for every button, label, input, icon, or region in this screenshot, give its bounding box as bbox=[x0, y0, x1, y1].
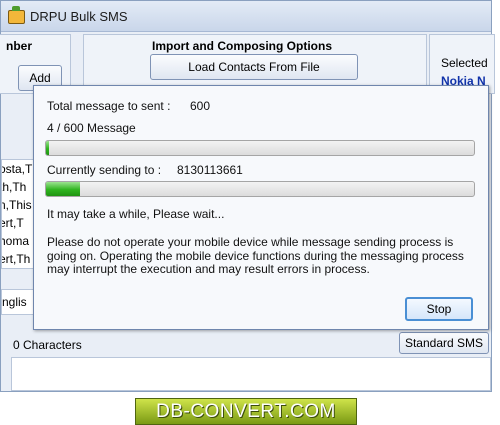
contacts-list[interactable]: osta,T th,Th n,This ert,T homa ert,Th bbox=[1, 159, 36, 269]
title-bar: DRPU Bulk SMS bbox=[1, 1, 491, 32]
list-item[interactable]: n,This bbox=[2, 196, 35, 214]
message-progress-text: 4 / 600 Message bbox=[47, 121, 136, 135]
list-item[interactable]: th,Th bbox=[2, 178, 35, 196]
message-textarea[interactable] bbox=[11, 357, 491, 391]
stop-button[interactable]: Stop bbox=[405, 297, 473, 321]
current-progress-bar bbox=[45, 181, 475, 197]
list-item[interactable]: homa bbox=[2, 232, 35, 250]
total-message-label: Total message to sent : bbox=[47, 99, 171, 113]
language-combo[interactable]: nglis bbox=[1, 289, 36, 315]
currently-sending-number: 8130113661 bbox=[177, 163, 243, 177]
currently-sending-label: Currently sending to : bbox=[47, 163, 162, 177]
standard-sms-button[interactable]: Standard SMS bbox=[399, 332, 489, 354]
list-item[interactable]: ert,Th bbox=[2, 250, 35, 268]
selected-device-label: Selected bbox=[441, 56, 488, 70]
overall-progress-bar bbox=[45, 140, 475, 156]
load-contacts-button[interactable]: Load Contacts From File bbox=[150, 54, 358, 80]
warning-text: Please do not operate your mobile device… bbox=[47, 235, 464, 276]
contact-number-heading: nber bbox=[6, 39, 33, 53]
brand-logo: DB-CONVERT.COM bbox=[135, 398, 357, 425]
current-progress-fill bbox=[46, 182, 81, 196]
import-options-heading: Import and Composing Options bbox=[152, 39, 332, 53]
overall-progress-fill bbox=[46, 141, 49, 155]
app-icon bbox=[8, 6, 25, 24]
list-item[interactable]: osta,T bbox=[2, 160, 35, 178]
window-title: DRPU Bulk SMS bbox=[30, 9, 128, 24]
wait-message: It may take a while, Please wait... bbox=[47, 207, 225, 221]
total-message-value: 600 bbox=[190, 99, 211, 113]
character-count: 0 Characters bbox=[13, 338, 82, 352]
list-item[interactable]: ert,T bbox=[2, 214, 35, 232]
sending-progress-dialog: Total message to sent : 600 4 / 600 Mess… bbox=[33, 85, 489, 330]
